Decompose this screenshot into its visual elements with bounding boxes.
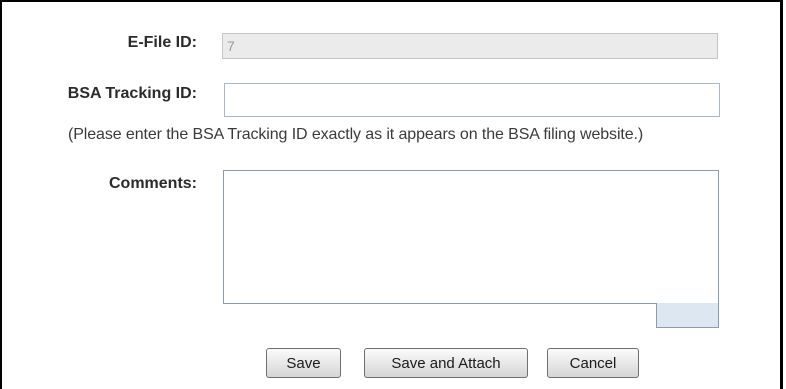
comments-resize-handle[interactable] [656,303,719,328]
efile-id-label: E-File ID: [127,34,197,51]
dialog-frame: E-File ID: BSA Tracking ID: (Please ente… [0,0,783,389]
save-and-attach-button[interactable]: Save and Attach [364,348,528,378]
cancel-button[interactable]: Cancel [547,348,639,378]
comments-label: Comments: [108,175,197,192]
bsa-tracking-id-label: BSA Tracking ID: [67,85,197,102]
bsa-tracking-id-input[interactable] [224,83,720,117]
comments-textarea[interactable] [223,170,719,304]
bsa-tracking-id-hint: (Please enter the BSA Tracking ID exactl… [68,126,644,143]
efile-id-field [222,33,718,59]
save-button[interactable]: Save [266,348,341,378]
